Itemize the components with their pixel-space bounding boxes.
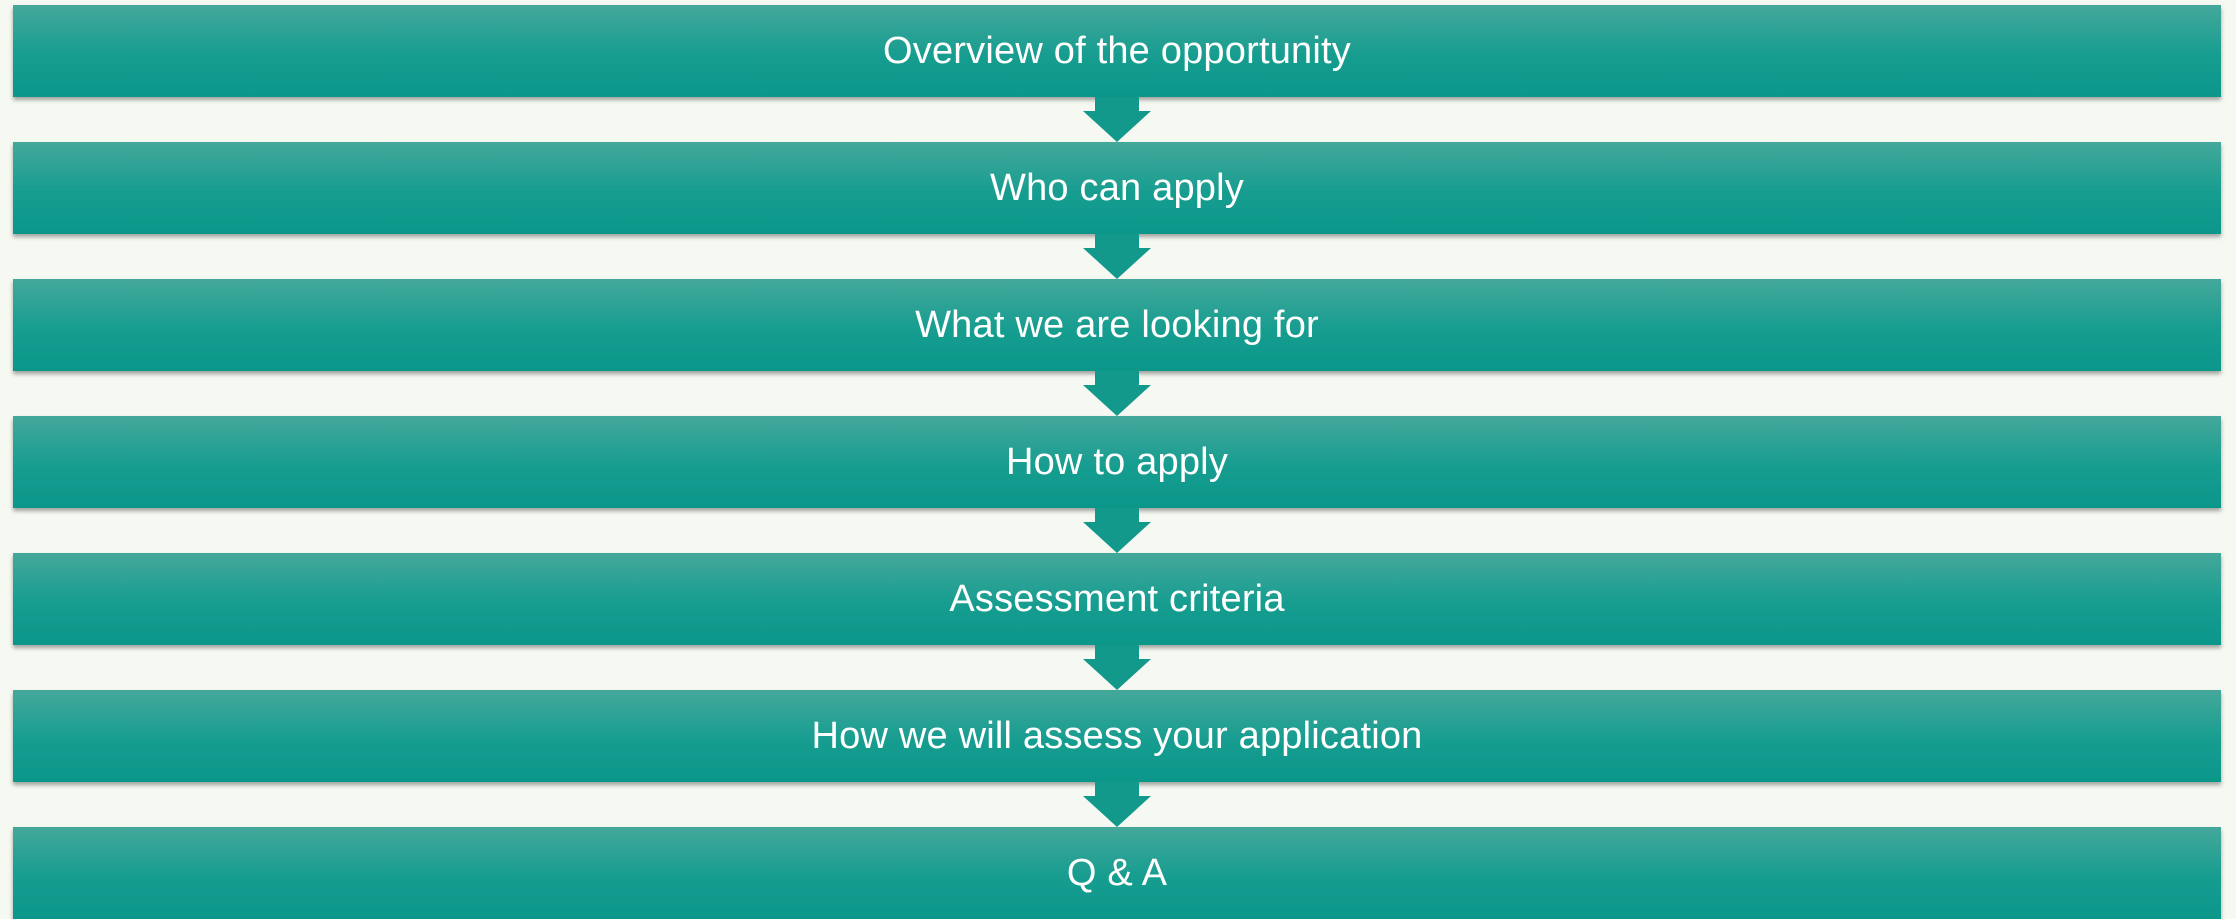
step-label: Overview of the opportunity [883,29,1351,72]
step-q-and-a: Q & A [13,827,2221,919]
step-label: Who can apply [990,166,1244,209]
step-how-to-apply: How to apply [13,416,2221,508]
step-label: What we are looking for [915,303,1319,346]
step-label: Assessment criteria [949,577,1285,620]
step-how-we-will-assess: How we will assess your application [13,690,2221,782]
step-label: How we will assess your application [811,714,1423,757]
down-arrow-icon [1083,97,1151,142]
process-flow: Overview of the opportunity Who can appl… [0,0,2236,919]
step-label: Q & A [1066,851,1168,894]
step-what-we-are-looking-for: What we are looking for [13,279,2221,371]
step-label: How to apply [1005,440,1229,483]
down-arrow-icon [1083,508,1151,553]
down-arrow-icon [1083,782,1151,827]
down-arrow-icon [1083,371,1151,416]
down-arrow-icon [1083,234,1151,279]
down-arrow-icon [1083,645,1151,690]
step-who-can-apply: Who can apply [13,142,2221,234]
step-assessment-criteria: Assessment criteria [13,553,2221,645]
step-overview: Overview of the opportunity [13,5,2221,97]
